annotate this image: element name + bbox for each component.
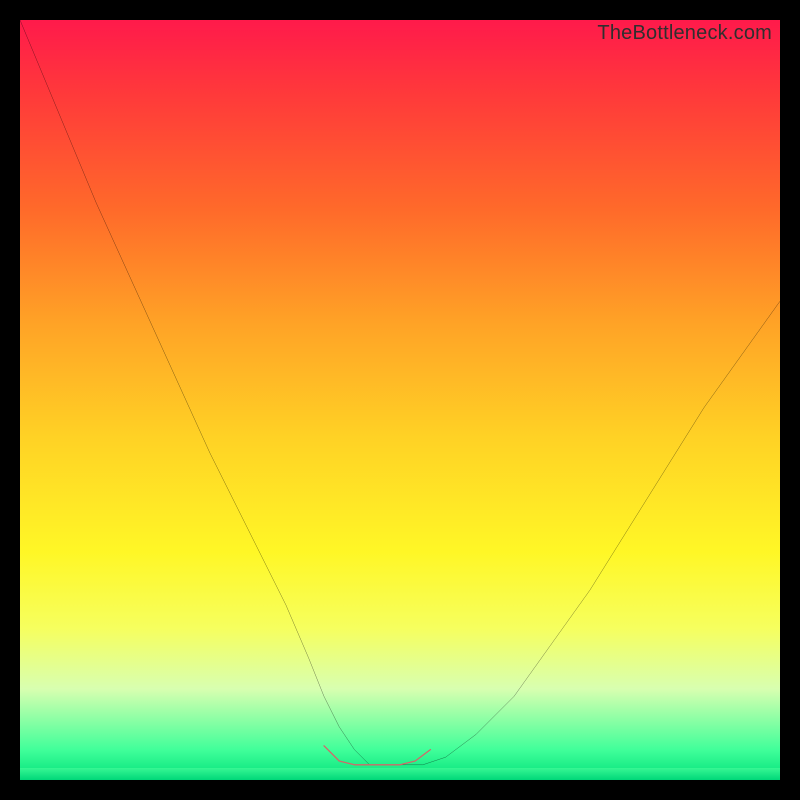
optimal-range-highlight-path <box>324 746 430 765</box>
bottleneck-curve-path <box>20 20 780 765</box>
chart-frame: TheBottleneck.com <box>0 0 800 800</box>
chart-svg <box>20 20 780 780</box>
chart-plot-area: TheBottleneck.com <box>20 20 780 780</box>
